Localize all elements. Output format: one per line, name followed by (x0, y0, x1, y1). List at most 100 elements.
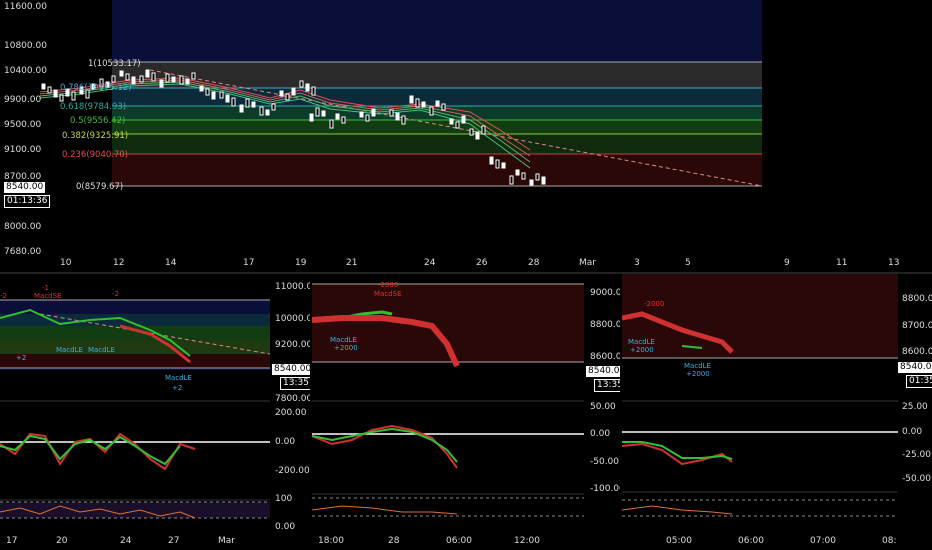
y-tick: 9100.00 (4, 145, 42, 155)
x-tick: 19 (295, 258, 307, 268)
candle (481, 125, 486, 135)
y-tick: 8800.00 (902, 294, 932, 304)
x-tick: 12 (113, 258, 125, 268)
y-tick: 8800.00 (590, 320, 620, 330)
candle (291, 87, 296, 96)
price-badge: 8540.00 (272, 364, 310, 375)
left-chart-canvas[interactable]: -2 -1 MacdSE -2 MacdLE MacdLE +2 MacdLE … (0, 274, 310, 550)
candle (341, 116, 346, 124)
candle (535, 173, 540, 181)
x-tick: 17 (243, 258, 255, 268)
candle (455, 121, 460, 129)
candle (131, 76, 136, 85)
y-tick: 10000.00 (275, 314, 310, 324)
macd-tick: 0.00 (590, 429, 611, 439)
y-tick: 10800.00 (4, 41, 47, 51)
mid-signal-label: MacdSE (374, 290, 402, 298)
timer-badge: 01:35 (906, 375, 932, 388)
main-y-axis[interactable]: 11600.00 10800.00 10400.00 9900.00 9500.… (0, 0, 51, 272)
candle (495, 159, 500, 169)
candle (315, 107, 320, 117)
mid-rsi-line (312, 505, 458, 515)
candle (529, 179, 534, 186)
x-tick: 14 (165, 258, 177, 268)
x-tick: 18:00 (318, 536, 344, 546)
x-tick: 10 (60, 258, 72, 268)
candle (185, 78, 190, 85)
fib-label-1: 1(10533.17) (88, 59, 141, 69)
x-tick: 24 (120, 536, 132, 546)
candle (305, 83, 310, 92)
x-tick: 27 (168, 536, 180, 546)
macd-tick: -200.00 (275, 466, 310, 476)
candle (429, 106, 434, 116)
candle (259, 106, 264, 116)
x-tick: Mar (579, 258, 596, 268)
macd-tick: 25.00 (902, 402, 928, 412)
right-chart-canvas[interactable]: -2000 MacdLE +2000 MacdLE +2000 (622, 274, 932, 550)
y-tick: 7800.00 (275, 394, 310, 404)
candle (435, 100, 440, 107)
y-tick: 9200.00 (275, 340, 310, 350)
macd-tick: 0.00 (902, 427, 923, 437)
candle (165, 73, 170, 83)
timer-badge: 13:35 (280, 377, 310, 390)
x-tick: 05:00 (666, 536, 692, 546)
candle (469, 128, 474, 136)
main-x-axis[interactable]: 10 12 14 17 19 21 24 26 28 Mar 3 5 9 11 … (0, 258, 932, 272)
candle (239, 104, 244, 113)
candle (461, 115, 466, 124)
candle (541, 176, 546, 185)
timer-badge: 13:35 (594, 379, 620, 392)
candle (515, 169, 520, 176)
candle (449, 118, 454, 125)
left-signal-label: MacdSE (34, 292, 62, 300)
macd-tick: 50.00 (590, 402, 616, 412)
right-signal-label: +2000 (630, 346, 654, 354)
candle (409, 95, 414, 104)
fib-label-5: 0.5(9556.42) (70, 116, 125, 126)
candle (401, 115, 406, 125)
x-tick: 28 (388, 536, 400, 546)
right-signal-label: -2000 (644, 300, 664, 308)
macd-tick: -100.00 (590, 484, 620, 494)
candle (329, 119, 334, 129)
y-tick: 11600.00 (4, 2, 47, 12)
main-chart-canvas[interactable]: 1(10533.17) 0.786(10115.12) 0.618(9784.9… (0, 0, 932, 272)
left-signal-label: MacdLE (88, 346, 115, 354)
y-tick: 8600.00 (902, 347, 932, 357)
x-tick: 9 (784, 258, 790, 268)
y-tick: 10400.00 (4, 66, 47, 76)
x-tick: 11 (836, 258, 848, 268)
x-tick: 20 (56, 536, 68, 546)
fib-label-382: 0.382(9325.91) (62, 131, 128, 141)
candle (441, 103, 446, 111)
y-tick: 8600.00 (590, 352, 620, 362)
candle (489, 156, 494, 165)
candle (365, 114, 370, 122)
main-chart-panel[interactable]: 1(10533.17) 0.786(10115.12) 0.618(9784.9… (0, 0, 932, 272)
timer-badge: 01:13:36 (4, 195, 51, 208)
mid-chart-canvas[interactable]: -2000 MacdSE MacdLE +2000 (312, 274, 620, 550)
right-chart-panel[interactable]: -2000 MacdLE +2000 MacdLE +2000 8800.00 … (622, 274, 932, 550)
left-signal-label: -2 (112, 290, 119, 298)
left-chart-panel[interactable]: -2 -1 MacdSE -2 MacdLE MacdLE +2 MacdLE … (0, 274, 310, 550)
left-signal-label: MacdLE (56, 346, 83, 354)
x-tick: 28 (528, 258, 540, 268)
y-tick: 9900.00 (4, 95, 42, 105)
candle (501, 162, 506, 169)
right-signal-label: +2000 (686, 370, 710, 378)
y-tick: 8700.00 (902, 321, 932, 331)
candle (421, 101, 426, 108)
mid-macd-line (312, 424, 458, 469)
candle (41, 83, 46, 90)
y-tick: 9000.00 (590, 288, 620, 298)
fib-label-236: 0.236(9040.70) (62, 150, 128, 160)
y-tick: 8000.00 (4, 222, 42, 232)
mid-chart-panel[interactable]: -2000 MacdSE MacdLE +2000 9000.00 8800.0… (312, 274, 620, 550)
candle (145, 69, 150, 78)
right-signal-label: MacdLE (684, 362, 711, 370)
candle (71, 91, 76, 101)
candle (171, 76, 176, 83)
candle (225, 94, 230, 103)
